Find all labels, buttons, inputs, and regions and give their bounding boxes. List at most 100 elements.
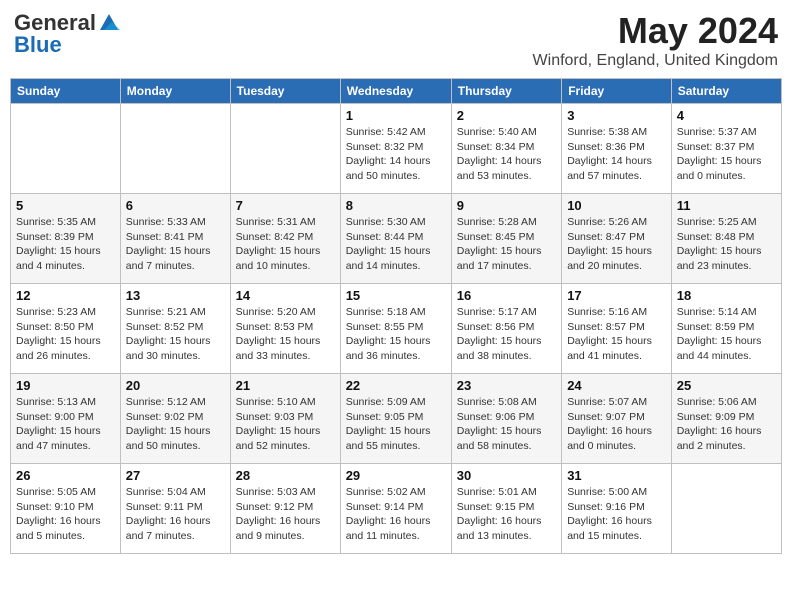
day-number: 31: [567, 468, 666, 483]
calendar-week-row: 26Sunrise: 5:05 AMSunset: 9:10 PMDayligh…: [11, 464, 782, 554]
day-number: 5: [16, 198, 115, 213]
calendar-table: SundayMondayTuesdayWednesdayThursdayFrid…: [10, 78, 782, 554]
day-info: Sunrise: 5:28 AMSunset: 8:45 PMDaylight:…: [457, 215, 556, 274]
day-header-wednesday: Wednesday: [340, 79, 451, 104]
calendar-week-row: 5 Sunrise: 5:35 AMSunset: 8:39 PMDaylight…: [11, 194, 782, 284]
day-info: Sunrise: 5:05 AMSunset: 9:10 PMDaylight:…: [16, 485, 115, 544]
day-number: 4: [677, 108, 776, 123]
calendar-week-row: 12 Sunrise: 5:23 AMSunset: 8:50 PMDayligh…: [11, 284, 782, 374]
day-info: Sunrise: 5:33 AMSunset: 8:41 PMDaylight:…: [126, 215, 225, 274]
calendar-cell: 20Sunrise: 5:12 AMSunset: 9:02 PMDayligh…: [120, 374, 230, 464]
day-number: 21: [236, 378, 335, 393]
logo: General Blue: [14, 10, 120, 58]
calendar-cell: 27 Sunrise: 5:04 AMSunset: 9:11 PMDayligh…: [120, 464, 230, 554]
calendar-cell: 5 Sunrise: 5:35 AMSunset: 8:39 PMDaylight…: [11, 194, 121, 284]
day-number: 15: [346, 288, 446, 303]
day-info: Sunrise: 5:23 AMSunset: 8:50 PMDaylight:…: [16, 305, 115, 364]
day-info: Sunrise: 5:35 AMSunset: 8:39 PMDaylight:…: [16, 215, 115, 274]
title-block: May 2024 Winford, England, United Kingdo…: [533, 10, 778, 70]
day-info: Sunrise: 5:40 AMSunset: 8:34 PMDaylight:…: [457, 125, 556, 184]
page-header: General Blue May 2024 Winford, England, …: [10, 10, 782, 70]
day-info: Sunrise: 5:16 AMSunset: 8:57 PMDaylight:…: [567, 305, 666, 364]
day-number: 10: [567, 198, 666, 213]
calendar-cell: 10Sunrise: 5:26 AMSunset: 8:47 PMDayligh…: [562, 194, 672, 284]
calendar-week-row: 1 Sunrise: 5:42 AMSunset: 8:32 PMDaylight…: [11, 104, 782, 194]
day-number: 28: [236, 468, 335, 483]
day-info: Sunrise: 5:42 AMSunset: 8:32 PMDaylight:…: [346, 125, 446, 184]
day-header-monday: Monday: [120, 79, 230, 104]
day-info: Sunrise: 5:06 AMSunset: 9:09 PMDaylight:…: [677, 395, 776, 454]
calendar-cell: [671, 464, 781, 554]
calendar-cell: 7 Sunrise: 5:31 AMSunset: 8:42 PMDaylight…: [230, 194, 340, 284]
calendar-cell: 31 Sunrise: 5:00 AMSunset: 9:16 PMDayligh…: [562, 464, 672, 554]
calendar-cell: 9 Sunrise: 5:28 AMSunset: 8:45 PMDaylight…: [451, 194, 561, 284]
day-info: Sunrise: 5:31 AMSunset: 8:42 PMDaylight:…: [236, 215, 335, 274]
calendar-cell: 6 Sunrise: 5:33 AMSunset: 8:41 PMDaylight…: [120, 194, 230, 284]
calendar-cell: 24 Sunrise: 5:07 AMSunset: 9:07 PMDayligh…: [562, 374, 672, 464]
calendar-cell: 15Sunrise: 5:18 AMSunset: 8:55 PMDayligh…: [340, 284, 451, 374]
day-number: 18: [677, 288, 776, 303]
day-header-thursday: Thursday: [451, 79, 561, 104]
calendar-cell: 13 Sunrise: 5:21 AMSunset: 8:52 PMDayligh…: [120, 284, 230, 374]
day-info: Sunrise: 5:08 AMSunset: 9:06 PMDaylight:…: [457, 395, 556, 454]
day-number: 2: [457, 108, 556, 123]
day-number: 20: [126, 378, 225, 393]
calendar-cell: 3Sunrise: 5:38 AMSunset: 8:36 PMDaylight…: [562, 104, 672, 194]
calendar-cell: 29 Sunrise: 5:02 AMSunset: 9:14 PMDayligh…: [340, 464, 451, 554]
day-number: 9: [457, 198, 556, 213]
calendar-cell: [11, 104, 121, 194]
day-number: 3: [567, 108, 666, 123]
day-number: 1: [346, 108, 446, 123]
day-info: Sunrise: 5:30 AMSunset: 8:44 PMDaylight:…: [346, 215, 446, 274]
day-number: 16: [457, 288, 556, 303]
day-number: 14: [236, 288, 335, 303]
calendar-cell: 2 Sunrise: 5:40 AMSunset: 8:34 PMDaylight…: [451, 104, 561, 194]
day-number: 13: [126, 288, 225, 303]
location-subtitle: Winford, England, United Kingdom: [533, 52, 778, 70]
day-number: 6: [126, 198, 225, 213]
calendar-cell: 25Sunrise: 5:06 AMSunset: 9:09 PMDayligh…: [671, 374, 781, 464]
day-number: 29: [346, 468, 446, 483]
logo-blue-text: Blue: [14, 32, 62, 58]
calendar-cell: 23 Sunrise: 5:08 AMSunset: 9:06 PMDayligh…: [451, 374, 561, 464]
day-number: 7: [236, 198, 335, 213]
day-number: 12: [16, 288, 115, 303]
day-info: Sunrise: 5:14 AMSunset: 8:59 PMDaylight:…: [677, 305, 776, 364]
calendar-cell: [230, 104, 340, 194]
logo-icon: [98, 12, 120, 34]
day-info: Sunrise: 5:10 AMSunset: 9:03 PMDaylight:…: [236, 395, 335, 454]
day-info: Sunrise: 5:17 AMSunset: 8:56 PMDaylight:…: [457, 305, 556, 364]
day-info: Sunrise: 5:13 AMSunset: 9:00 PMDaylight:…: [16, 395, 115, 454]
day-info: Sunrise: 5:37 AMSunset: 8:37 PMDaylight:…: [677, 125, 776, 184]
calendar-cell: 18 Sunrise: 5:14 AMSunset: 8:59 PMDayligh…: [671, 284, 781, 374]
calendar-cell: 22Sunrise: 5:09 AMSunset: 9:05 PMDayligh…: [340, 374, 451, 464]
day-info: Sunrise: 5:21 AMSunset: 8:52 PMDaylight:…: [126, 305, 225, 364]
day-header-saturday: Saturday: [671, 79, 781, 104]
day-number: 8: [346, 198, 446, 213]
calendar-cell: 19Sunrise: 5:13 AMSunset: 9:00 PMDayligh…: [11, 374, 121, 464]
calendar-cell: 30 Sunrise: 5:01 AMSunset: 9:15 PMDayligh…: [451, 464, 561, 554]
calendar-cell: 14 Sunrise: 5:20 AMSunset: 8:53 PMDayligh…: [230, 284, 340, 374]
day-info: Sunrise: 5:07 AMSunset: 9:07 PMDaylight:…: [567, 395, 666, 454]
day-number: 17: [567, 288, 666, 303]
day-info: Sunrise: 5:01 AMSunset: 9:15 PMDaylight:…: [457, 485, 556, 544]
calendar-cell: 21 Sunrise: 5:10 AMSunset: 9:03 PMDayligh…: [230, 374, 340, 464]
month-year-title: May 2024: [533, 10, 778, 52]
calendar-week-row: 19Sunrise: 5:13 AMSunset: 9:00 PMDayligh…: [11, 374, 782, 464]
day-info: Sunrise: 5:04 AMSunset: 9:11 PMDaylight:…: [126, 485, 225, 544]
calendar-cell: 16 Sunrise: 5:17 AMSunset: 8:56 PMDayligh…: [451, 284, 561, 374]
day-number: 27: [126, 468, 225, 483]
calendar-cell: 1 Sunrise: 5:42 AMSunset: 8:32 PMDaylight…: [340, 104, 451, 194]
calendar-cell: 26Sunrise: 5:05 AMSunset: 9:10 PMDayligh…: [11, 464, 121, 554]
day-info: Sunrise: 5:20 AMSunset: 8:53 PMDaylight:…: [236, 305, 335, 364]
day-number: 23: [457, 378, 556, 393]
day-number: 11: [677, 198, 776, 213]
day-info: Sunrise: 5:00 AMSunset: 9:16 PMDaylight:…: [567, 485, 666, 544]
day-number: 24: [567, 378, 666, 393]
day-info: Sunrise: 5:02 AMSunset: 9:14 PMDaylight:…: [346, 485, 446, 544]
day-number: 30: [457, 468, 556, 483]
calendar-header-row: SundayMondayTuesdayWednesdayThursdayFrid…: [11, 79, 782, 104]
day-header-tuesday: Tuesday: [230, 79, 340, 104]
day-number: 22: [346, 378, 446, 393]
calendar-cell: 12 Sunrise: 5:23 AMSunset: 8:50 PMDayligh…: [11, 284, 121, 374]
